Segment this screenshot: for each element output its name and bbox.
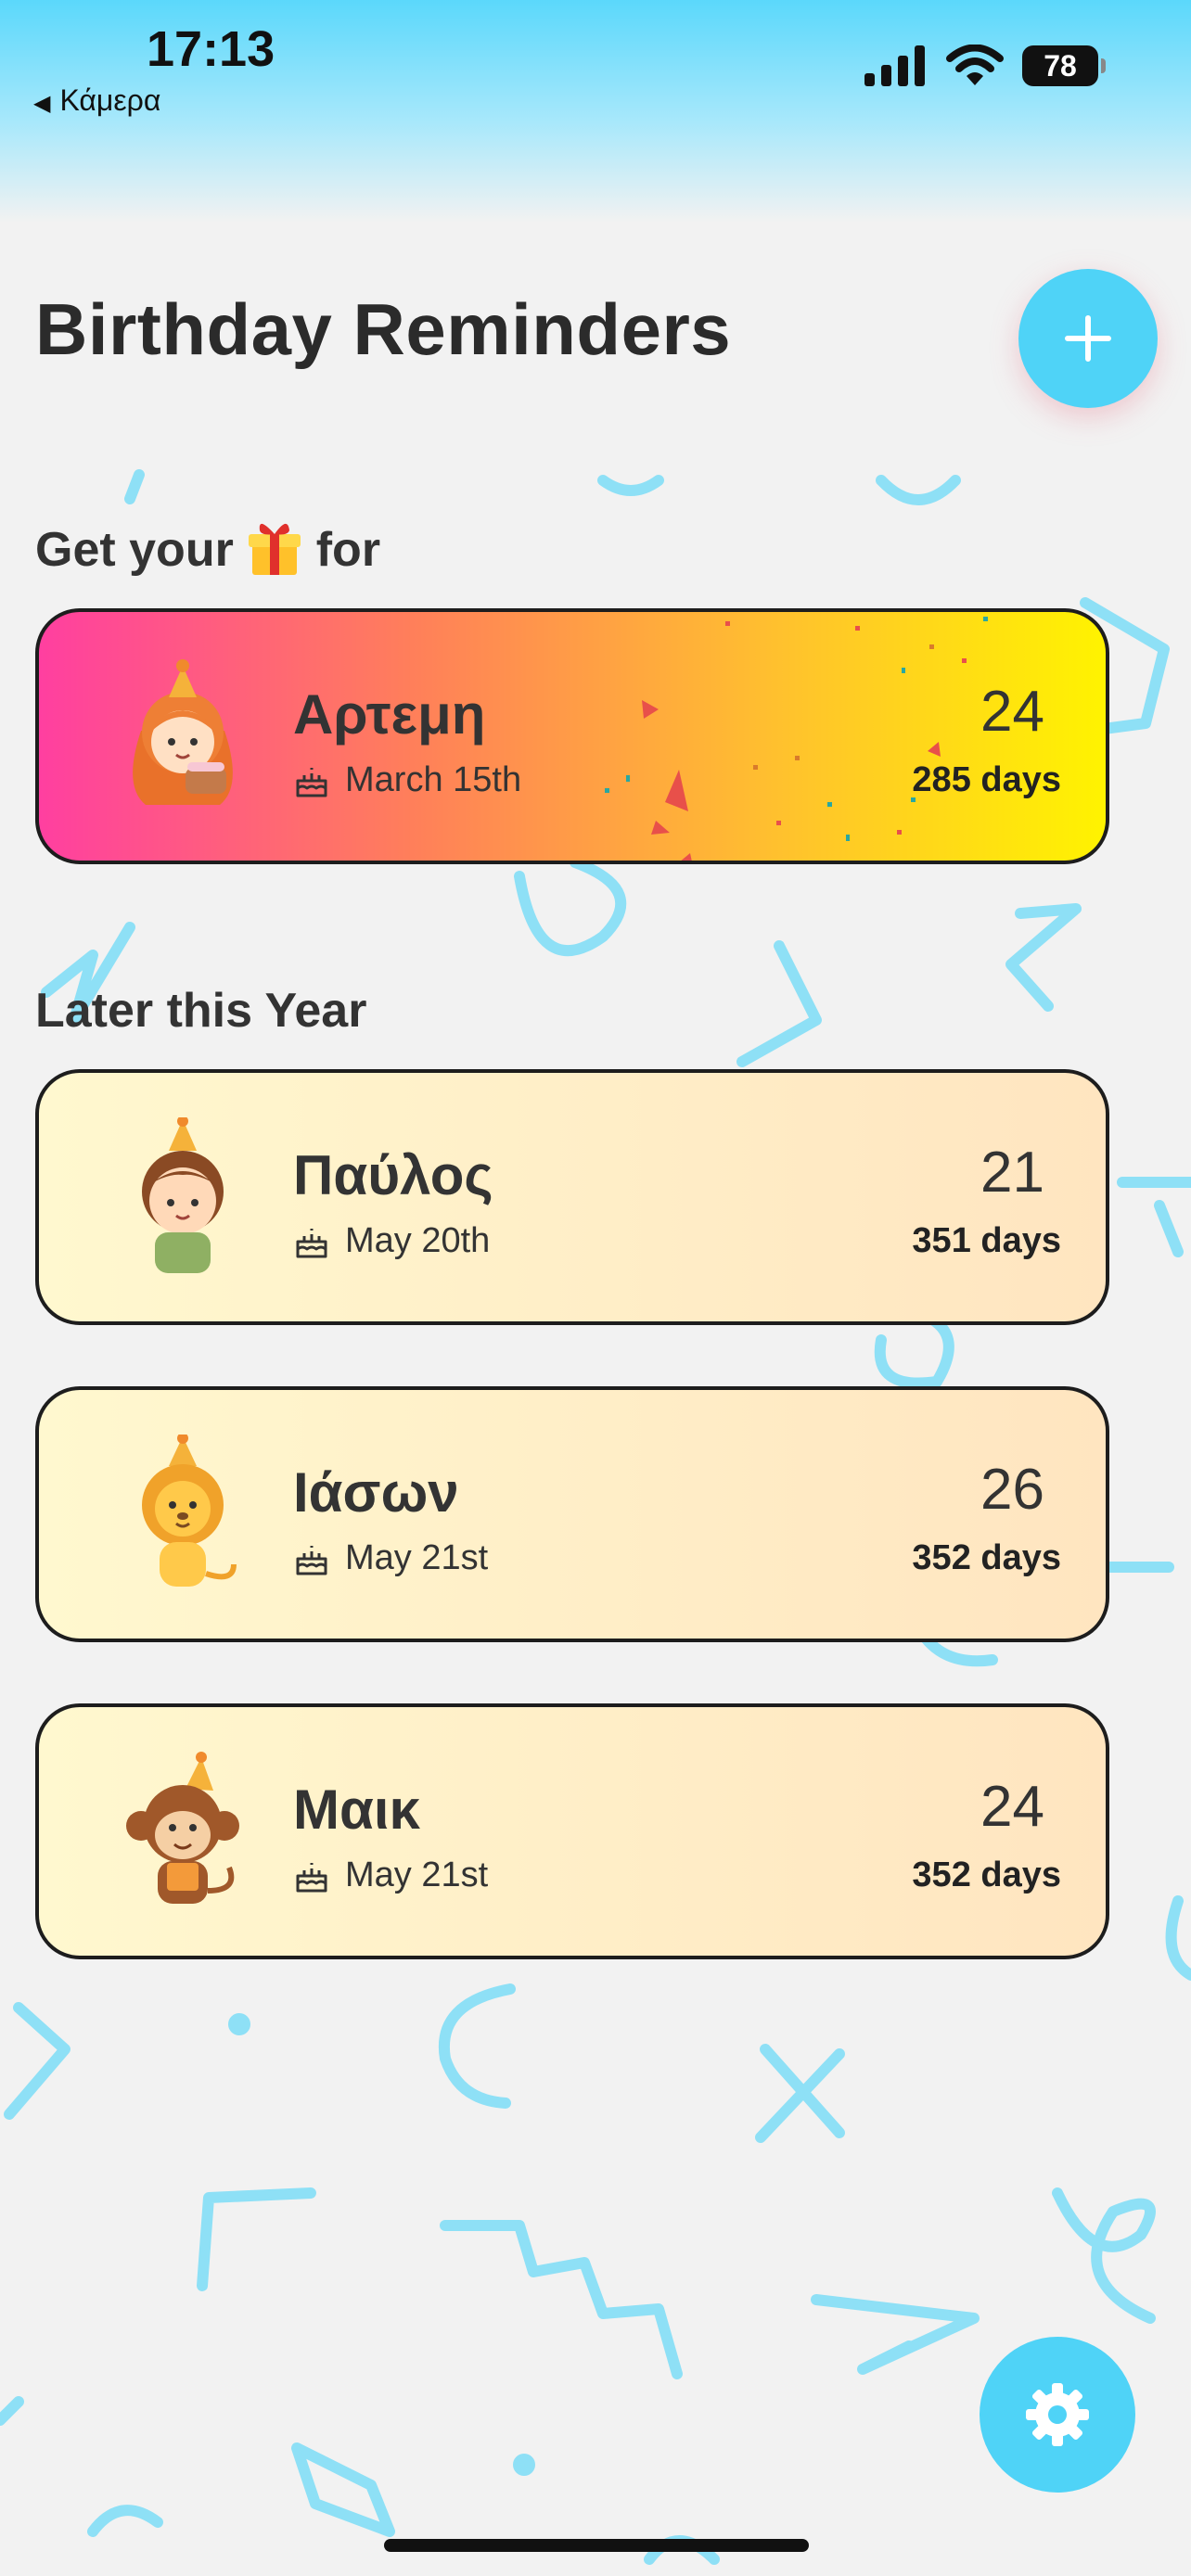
birthday-card-3[interactable]: Μαικ May 21st 24 352 days xyxy=(35,1703,1109,1959)
days-remaining: 352 days xyxy=(912,1855,1061,1894)
birthday-date: March 15th xyxy=(293,760,521,800)
page-title: Birthday Reminders xyxy=(35,288,732,370)
upcoming-birthday-card[interactable]: Αρτεμη March 15th 24 285 days xyxy=(35,608,1109,864)
birthday-card-2[interactable]: Ιάσων May 21st 26 352 days xyxy=(35,1386,1109,1642)
turning-age: 24 xyxy=(980,1775,1044,1839)
battery-indicator: 78 xyxy=(1022,45,1106,86)
home-indicator[interactable] xyxy=(384,2539,809,2552)
plus-icon xyxy=(1065,315,1111,362)
status-icons: 78 xyxy=(863,45,1106,87)
next-birthday-label: Get your for xyxy=(35,519,380,578)
person-name: Ιάσων xyxy=(293,1461,459,1524)
gear-icon xyxy=(1026,2383,1089,2446)
later-this-year-label: Later this Year xyxy=(35,984,367,1038)
cake-icon xyxy=(296,1545,327,1575)
monkey-avatar xyxy=(126,1752,239,1904)
turning-age: 24 xyxy=(980,680,1044,744)
birthday-date: May 21st xyxy=(293,1855,488,1895)
back-arrow-icon: ◀ xyxy=(33,91,51,116)
person-name: Παύλος xyxy=(293,1144,493,1206)
turning-age: 21 xyxy=(980,1141,1044,1205)
cellular-signal-icon xyxy=(864,45,925,86)
back-to-app-link[interactable]: ◀ Κάμερα xyxy=(33,83,160,118)
lion-avatar xyxy=(142,1435,237,1587)
birthday-date: May 20th xyxy=(293,1221,490,1261)
birthday-date-label: May 21st xyxy=(345,1538,489,1577)
boy-avatar xyxy=(142,1117,224,1273)
add-birthday-button[interactable] xyxy=(1018,269,1158,408)
next-label-before: Get your xyxy=(35,523,234,577)
birthday-card-1[interactable]: Παύλος May 20th 21 351 days xyxy=(35,1069,1109,1325)
birthday-date-label: March 15th xyxy=(345,760,522,799)
birthday-date-label: May 21st xyxy=(345,1855,489,1894)
turning-age: 26 xyxy=(980,1458,1044,1522)
gift-icon xyxy=(249,523,301,575)
days-remaining: 352 days xyxy=(912,1538,1061,1577)
person-name: Αρτεμη xyxy=(293,683,486,746)
wifi-icon xyxy=(946,45,1004,85)
days-remaining: 285 days xyxy=(912,760,1061,799)
back-app-label: Κάμερα xyxy=(59,83,161,117)
cake-icon xyxy=(296,1228,327,1257)
birthday-date: May 21st xyxy=(293,1538,488,1578)
battery-level: 78 xyxy=(1044,48,1077,83)
birthday-date-label: May 20th xyxy=(345,1221,491,1260)
settings-button[interactable] xyxy=(980,2337,1135,2493)
girl-avatar xyxy=(133,659,233,805)
status-time: 17:13 xyxy=(147,21,275,77)
days-remaining: 351 days xyxy=(912,1221,1061,1260)
cake-icon xyxy=(296,1862,327,1892)
cake-icon xyxy=(296,767,327,797)
next-label-after: for xyxy=(315,523,381,577)
person-name: Μαικ xyxy=(293,1779,420,1841)
